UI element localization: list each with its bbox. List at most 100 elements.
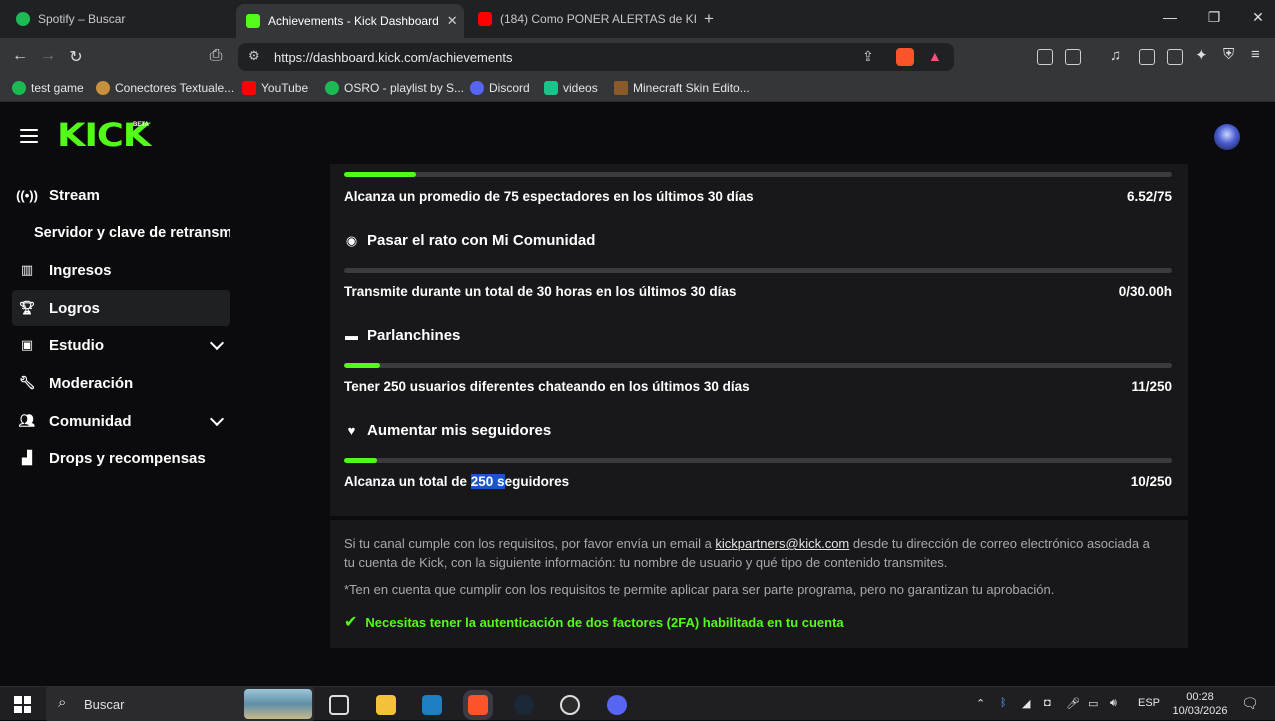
search-icon: ⌕ [58, 694, 67, 711]
tab-title: Spotify – Buscar [38, 12, 126, 26]
bookmark-item[interactable]: videos [544, 81, 598, 95]
bookmark-item[interactable]: Discord [470, 81, 530, 95]
sidebar-item-logros[interactable]: 🏆︎ Logros [12, 290, 230, 326]
notifications-icon[interactable]: 🗨︎ [1241, 695, 1259, 712]
brave-rewards-icon[interactable]: ▲ [928, 48, 942, 64]
achievement-title-text: Aumentar mis seguidores [367, 422, 552, 439]
sidebar-toggle-icon[interactable] [1139, 49, 1155, 65]
sidebar-item-moderacion[interactable]: 🔧︎ Moderación [12, 365, 230, 401]
browser-toolbar: ← → ↻ ⎙ ⚙ https://dashboard.kick.com/ach… [0, 38, 1275, 76]
chart-icon: ▥ [20, 262, 34, 277]
selected-text: 250 s [470, 474, 505, 489]
info-text-part: Si tu canal cumple con los requisitos, p… [344, 536, 716, 551]
reload-icon[interactable]: ↻ [66, 47, 86, 67]
discord-icon [470, 81, 484, 95]
heart-icon: ♥ [347, 423, 356, 438]
kick-dashboard-page: KICK BETA ((•)) Stream Servidor y clave … [0, 102, 1275, 686]
sidebar-item-drops[interactable]: ▟ Drops y recompensas [12, 440, 230, 476]
restore-icon[interactable]: ❐ [1204, 9, 1224, 26]
menu-icon[interactable]: ≡ [1251, 46, 1260, 63]
sidebar-item-label: Drops y recompensas [49, 449, 206, 467]
chevron-down-icon[interactable] [209, 335, 225, 351]
bookmark-item[interactable]: Conectores Textuale... [96, 81, 234, 95]
microphone-icon[interactable]: 🎤︎ [1066, 697, 1080, 710]
achievement-title-text: Parlanchines [367, 327, 461, 344]
tab-search-icon[interactable] [1065, 49, 1081, 65]
obs-icon[interactable] [560, 695, 580, 715]
windows-start-icon[interactable] [14, 696, 31, 713]
sidebar-item-server-key[interactable]: Servidor y clave de retransm [12, 215, 230, 251]
site-info-icon[interactable]: ⚙ [248, 48, 260, 64]
progress-bar [344, 268, 1172, 273]
bookmark-label: YouTube [261, 81, 309, 95]
info-text: Si tu canal cumple con los requisitos, p… [344, 534, 1164, 572]
user-avatar[interactable] [1214, 124, 1240, 150]
taskbar-clock[interactable]: 00:28 10/03/2026 [1168, 690, 1232, 718]
bookmark-item[interactable]: test game [12, 81, 84, 95]
address-bar[interactable]: ⚙ https://dashboard.kick.com/achievement… [238, 43, 954, 71]
check-icon: ✔ [344, 614, 358, 631]
bookmarks-bar: test game Conectores Textuale... YouTube… [0, 76, 1275, 102]
forward-icon[interactable]: → [38, 47, 58, 65]
progress-bar [344, 363, 1172, 368]
task-view-icon[interactable] [329, 695, 349, 715]
bookmark-icon[interactable]: ⎙ [206, 47, 226, 65]
bookmark-item[interactable]: OSRO - playlist by S... [325, 81, 464, 95]
discord-icon[interactable] [607, 695, 627, 715]
brave-shields-icon[interactable] [896, 48, 914, 66]
file-explorer-icon[interactable] [376, 695, 396, 715]
requirement-text: Tener 250 usuarios diferentes chateando … [344, 379, 750, 394]
tab-title: (184) Como PONER ALERTAS de KICK [500, 12, 696, 26]
achievements-panel: Alcanza un promedio de 75 espectadores e… [330, 164, 1188, 516]
partner-email-link[interactable]: kickpartners@kick.com [715, 536, 849, 551]
tray-chevron-up-icon[interactable]: ⌃ [976, 697, 985, 710]
sidebar-item-estudio[interactable]: ▣ Estudio [12, 327, 230, 363]
search-highlight-image[interactable] [244, 689, 312, 719]
bluetooth-icon[interactable]: ᛒ [1000, 697, 1007, 709]
close-window-icon[interactable]: ✕ [1248, 9, 1268, 26]
progress-fill [344, 172, 417, 177]
sidebar-item-label: Ingresos [49, 261, 112, 279]
wallet-icon[interactable] [1167, 49, 1183, 65]
meet-now-icon[interactable]: ◘ [1044, 697, 1051, 709]
tab-youtube[interactable]: (184) Como PONER ALERTAS de KICK [468, 4, 696, 34]
browser-tab-strip: Spotify – Buscar Achievements - Kick Das… [0, 0, 1275, 38]
back-icon[interactable]: ← [10, 47, 30, 65]
extensions-icon[interactable] [1037, 49, 1053, 65]
media-icon[interactable]: ♫ [1110, 47, 1121, 64]
requirement-text-part: eguidores [504, 474, 570, 489]
share-icon[interactable]: ⇪ [862, 48, 874, 65]
bookmark-item[interactable]: YouTube [242, 81, 308, 95]
leo-ai-icon[interactable]: ✦ [1195, 46, 1208, 64]
chevron-down-icon[interactable] [209, 411, 225, 427]
close-tab-icon[interactable]: ✕ [447, 13, 458, 29]
tab-spotify[interactable]: Spotify – Buscar [6, 4, 234, 34]
sidebar-item-ingresos[interactable]: ▥ Ingresos [12, 252, 230, 288]
youtube-icon [242, 81, 256, 95]
battery-icon[interactable]: ▭ [1088, 697, 1098, 710]
requirement-text-part: Alcanza un total de [344, 474, 471, 489]
language-indicator[interactable]: ESP [1138, 697, 1160, 709]
progress-fill [344, 363, 381, 368]
steam-icon[interactable] [514, 695, 534, 715]
drops-icon: ▟ [22, 450, 32, 465]
requirement-progress: 11/250 [1131, 379, 1172, 394]
new-tab-button[interactable]: + [704, 9, 714, 29]
kick-favicon-icon [246, 14, 260, 28]
conectores-icon [96, 81, 110, 95]
achievement-title: ◉ Pasar el rato con Mi Comunidad [344, 232, 596, 249]
vpn-shield-icon[interactable]: ⛨ [1223, 46, 1234, 63]
network-icon[interactable]: ◢ [1022, 697, 1030, 710]
tab-kick-dashboard[interactable]: Achievements - Kick Dashboard ✕ [236, 4, 464, 38]
progress-bar [344, 172, 1172, 177]
bookmark-item[interactable]: Minecraft Skin Edito... [614, 81, 750, 95]
sidebar-item-stream[interactable]: ((•)) Stream [12, 177, 230, 213]
hamburger-menu-icon[interactable] [20, 129, 38, 147]
bookmark-label: videos [563, 81, 598, 95]
minimize-icon[interactable]: — [1160, 9, 1180, 25]
brave-browser-icon[interactable] [468, 695, 488, 715]
sidebar-item-comunidad[interactable]: 👥︎ Comunidad [12, 403, 230, 439]
taskbar-search-input[interactable]: ⌕ Buscar [46, 687, 314, 721]
store-icon[interactable] [422, 695, 442, 715]
volume-icon[interactable]: 🔊︎ [1110, 697, 1117, 710]
